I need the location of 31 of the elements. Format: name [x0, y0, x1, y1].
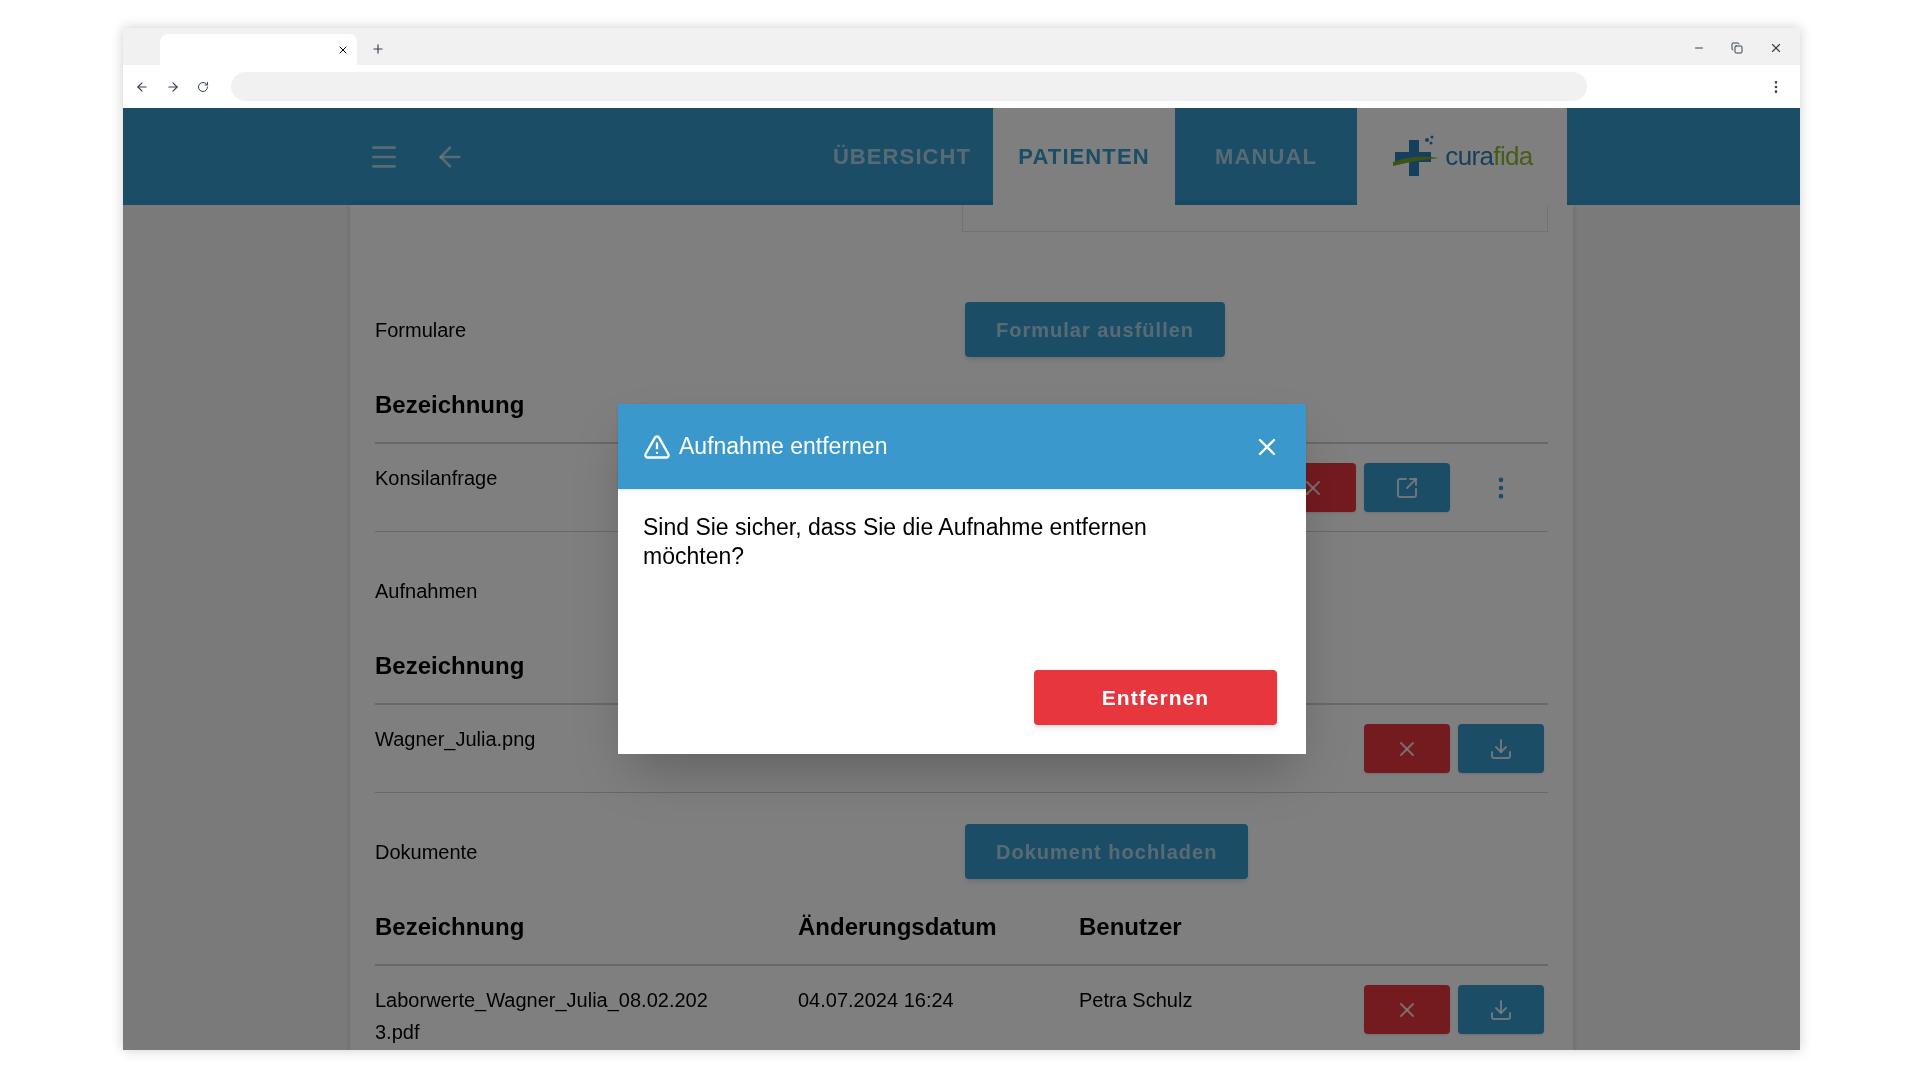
- close-icon[interactable]: [1769, 41, 1783, 55]
- dialog-message: Sind Sie sicher, dass Sie die Aufnahme entfernen möchten?: [642, 513, 1148, 571]
- download-button[interactable]: [1458, 985, 1544, 1034]
- confirm-button[interactable]: Entfernen: [1034, 670, 1277, 725]
- open-button[interactable]: [1364, 463, 1450, 512]
- table-cell-text: 04.07.2024 16:24: [798, 988, 954, 1013]
- section-title: Formulare: [375, 317, 468, 343]
- column-header: Bezeichnung: [375, 651, 526, 681]
- logo-text: curafida: [1445, 140, 1533, 173]
- column-header: Benutzer: [1079, 912, 1183, 942]
- download-button[interactable]: [1458, 724, 1544, 773]
- dialog-title: Aufnahme entfernen: [679, 432, 888, 462]
- table-cell-text: Laborwerte_Wagner_Julia_08.02.2023.pdf: [375, 988, 709, 1045]
- section-title: Dokumente: [375, 839, 479, 865]
- restore-icon[interactable]: [1731, 42, 1743, 54]
- new-tab-icon[interactable]: [371, 42, 385, 56]
- table-cell-text: Wagner_Julia.png: [375, 727, 537, 753]
- forward-icon[interactable]: [166, 79, 180, 94]
- back-icon[interactable]: [135, 79, 149, 94]
- download-icon: [1489, 736, 1513, 761]
- column-header: Änderungsdatum: [798, 912, 998, 942]
- reload-icon[interactable]: [197, 80, 209, 93]
- table-cell-text: Konsilanfrage: [375, 466, 499, 491]
- column-header: Bezeichnung: [375, 912, 526, 942]
- table-cell-text: Petra Schulz: [1079, 988, 1193, 1013]
- nav-tab[interactable]: PATIENTEN: [993, 108, 1175, 205]
- warning-icon: [643, 432, 671, 461]
- external-link-icon: [1395, 475, 1419, 500]
- download-icon: [1489, 997, 1513, 1022]
- column-header: Bezeichnung: [375, 390, 526, 420]
- section-title: Aufnahmen: [375, 578, 479, 604]
